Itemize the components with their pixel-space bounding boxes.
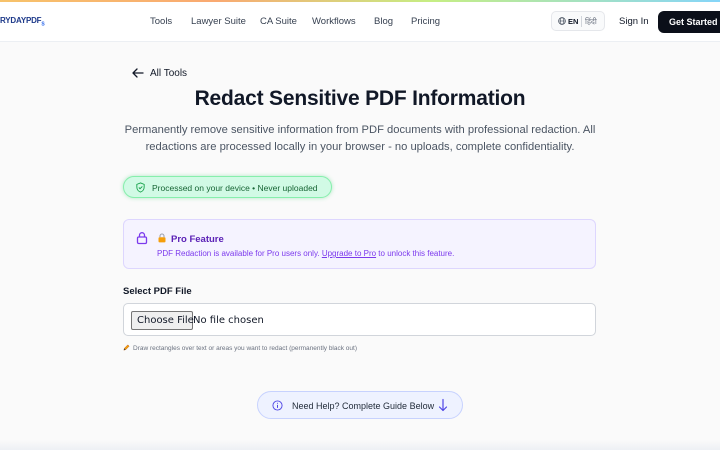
sign-in-link[interactable]: Sign In (619, 16, 649, 27)
lang-en[interactable]: EN (568, 17, 578, 26)
logo-subtext: S (41, 21, 45, 28)
help-guide-button[interactable]: Need Help? Complete Guide Below (257, 391, 463, 419)
lang-divider (581, 16, 582, 27)
globe-icon (558, 17, 566, 25)
language-switcher[interactable]: EN हिंदी (551, 11, 605, 31)
info-icon (272, 400, 283, 411)
arrow-down-icon (438, 398, 448, 412)
back-label: All Tools (150, 68, 188, 79)
pdf-file-input[interactable]: Choose File No file chosen (123, 303, 596, 336)
privacy-badge: Processed on your device • Never uploade… (123, 176, 332, 198)
pro-body-text: PDF Redaction is available for Pro users… (157, 249, 322, 258)
redact-hint: Draw rectangles over text or areas you w… (123, 343, 357, 352)
brand-logo[interactable]: RYDAYPDFS (0, 16, 45, 28)
page-description: Permanently remove sensitive information… (124, 124, 596, 153)
pencil-icon (123, 344, 130, 351)
privacy-badge-text: Processed on your device • Never uploade… (152, 183, 318, 193)
pro-feature-title-text: Pro Feature (171, 234, 224, 245)
nav-workflows[interactable]: Workflows (312, 16, 356, 27)
select-pdf-label: Select PDF File (123, 286, 192, 297)
upgrade-to-pro-link[interactable]: Upgrade to Pro (322, 249, 376, 258)
file-status: No file chosen (193, 315, 264, 326)
pro-feature-body: PDF Redaction is available for Pro users… (157, 249, 454, 258)
nav-pricing[interactable]: Pricing (411, 16, 440, 27)
nav-blog[interactable]: Blog (374, 16, 393, 27)
redact-hint-text: Draw rectangles over text or areas you w… (133, 345, 357, 352)
arrow-left-icon (132, 68, 144, 78)
choose-file-button[interactable]: Choose File (131, 311, 194, 330)
nav-ca-suite[interactable]: CA Suite (260, 16, 297, 27)
pro-feature-notice: Pro Feature PDF Redaction is available f… (123, 219, 596, 269)
logo-text: RYDAYPDF (0, 16, 42, 25)
page-title: Redact Sensitive PDF Information (194, 87, 526, 110)
lang-hindi[interactable]: हिंदी (585, 17, 597, 27)
shield-check-icon (136, 182, 145, 193)
pro-feature-title: Pro Feature (157, 232, 224, 245)
get-started-button[interactable]: Get Started (658, 11, 720, 33)
lock-icon (136, 232, 148, 245)
top-navbar: RYDAYPDFS Tools Lawyer Suite CA Suite Wo… (0, 2, 720, 42)
pro-body-text-end: to unlock this feature. (376, 249, 455, 258)
help-guide-label: Need Help? Complete Guide Below (292, 401, 435, 411)
bottom-fade (0, 440, 720, 450)
nav-tools[interactable]: Tools (150, 16, 172, 27)
padlock-emoji-icon (158, 233, 166, 243)
nav-lawyer-suite[interactable]: Lawyer Suite (191, 16, 246, 27)
